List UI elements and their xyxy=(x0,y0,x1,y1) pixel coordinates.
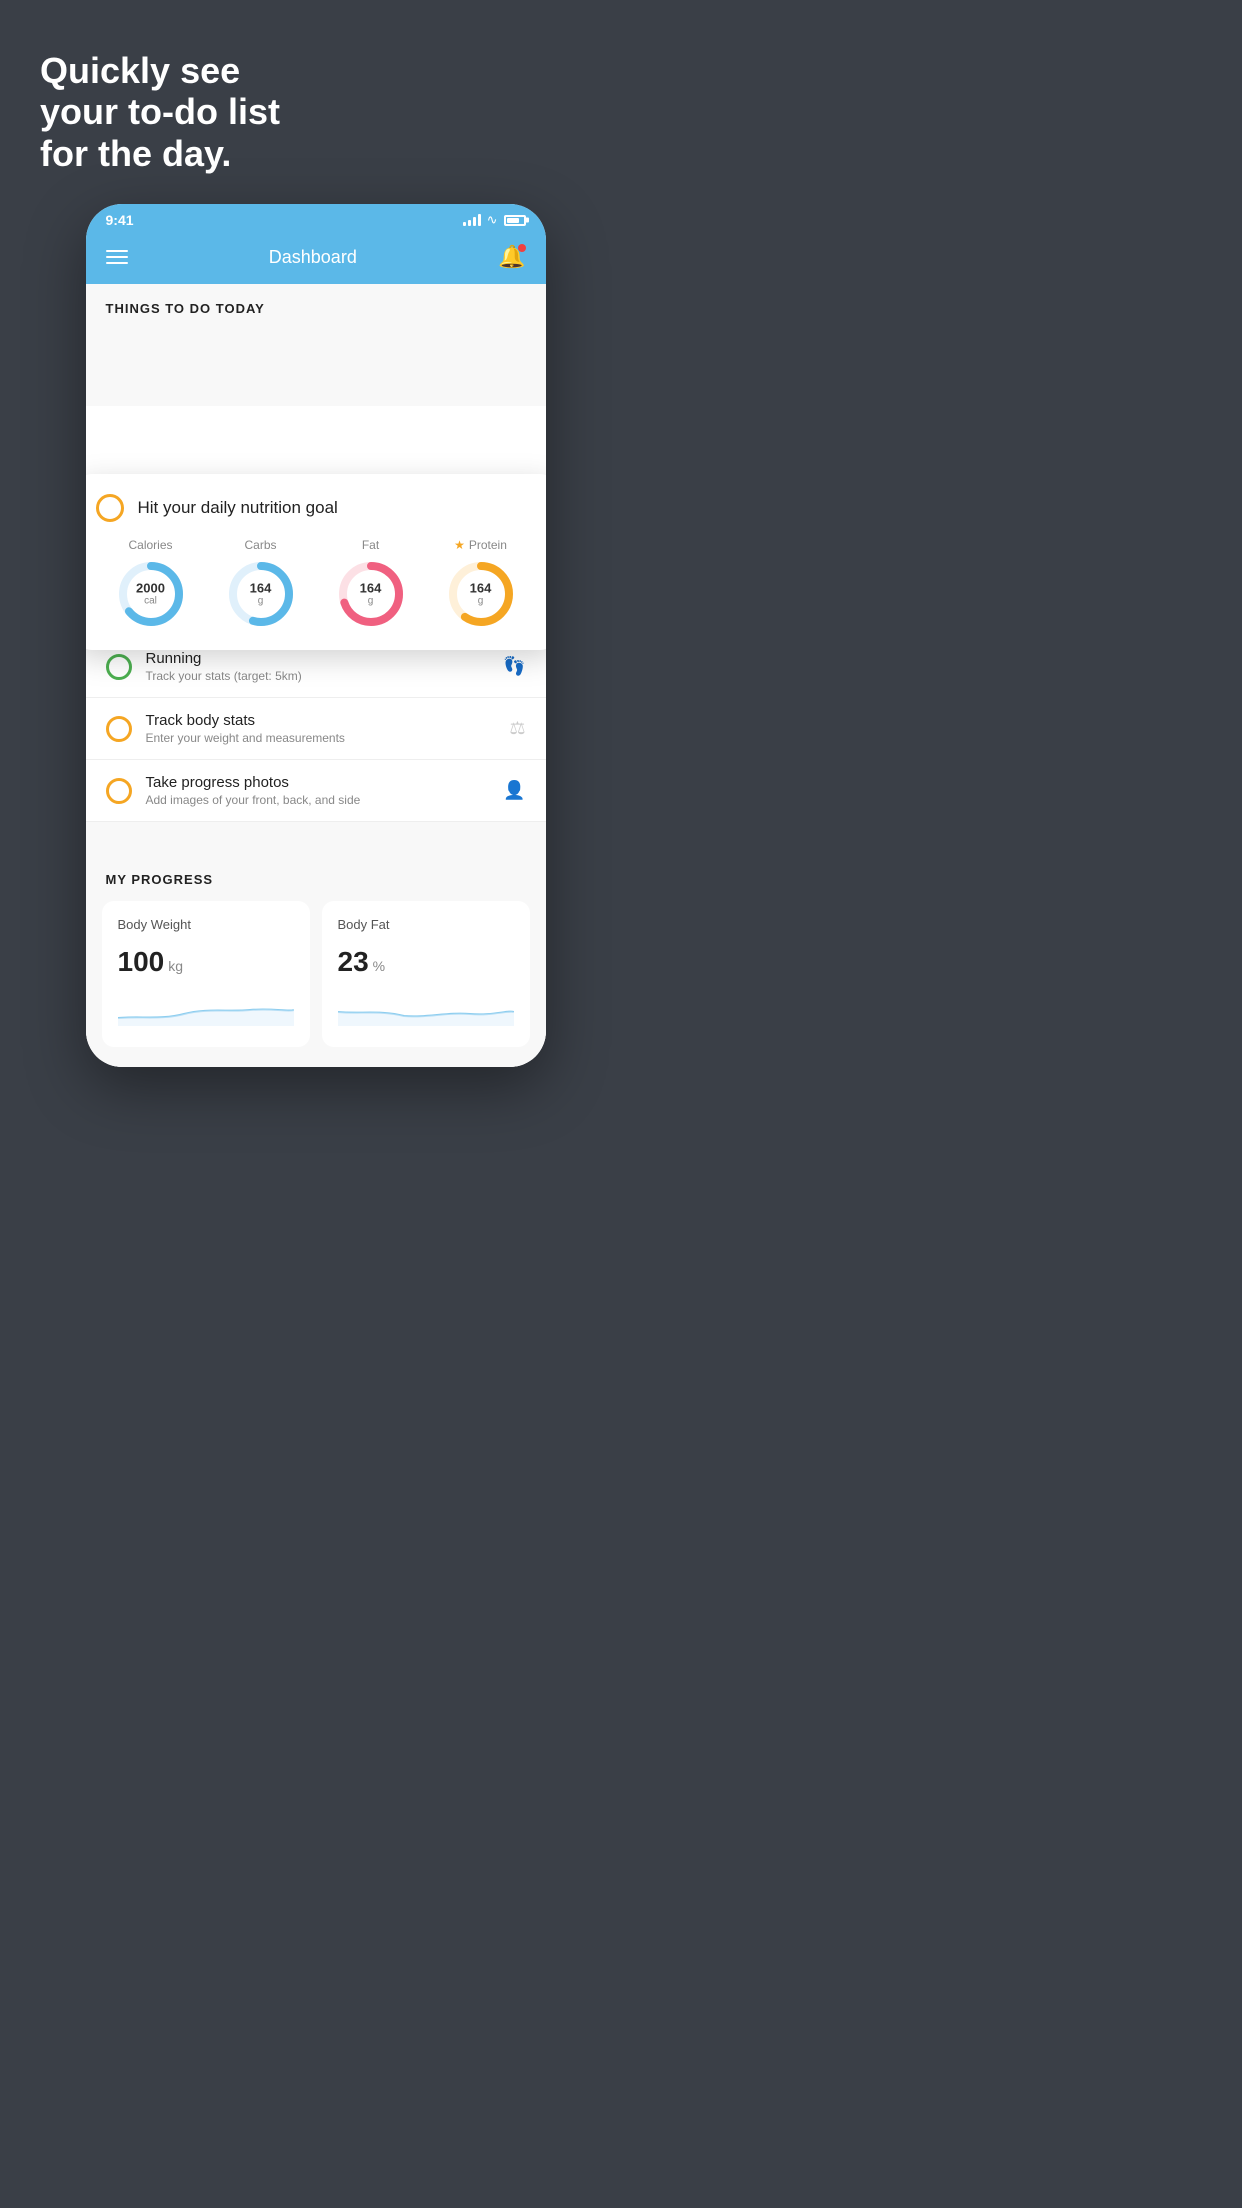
status-bar: 9:41 ∿ xyxy=(86,204,546,232)
progress-cards-row: Body Weight 100 kg Body Fat xyxy=(102,901,530,1047)
body-weight-label: Body Weight xyxy=(118,917,294,932)
nutrition-circles-row: Calories 2000 cal xyxy=(96,538,536,630)
body-weight-card[interactable]: Body Weight 100 kg xyxy=(102,901,310,1047)
protein-label: ★ Protein xyxy=(454,538,507,552)
body-fat-value-row: 23 % xyxy=(338,946,514,978)
protein-value: 164 xyxy=(470,582,492,596)
notification-dot xyxy=(518,244,526,252)
body-fat-number: 23 xyxy=(338,946,369,978)
floating-card-anchor: Hit your daily nutrition goal Calories xyxy=(86,326,546,406)
things-todo-title: THINGS TO DO TODAY xyxy=(106,301,265,316)
body-fat-unit: % xyxy=(373,958,385,974)
nutrition-protein: ★ Protein 164 g xyxy=(445,538,517,630)
todo-progress-photos-title: Take progress photos xyxy=(146,774,490,791)
calories-donut: 2000 cal xyxy=(115,558,187,630)
body-fat-label: Body Fat xyxy=(338,917,514,932)
carbs-value: 164 xyxy=(250,582,272,596)
nutrition-fat: Fat 164 g xyxy=(335,538,407,630)
todo-progress-photos-subtitle: Add images of your front, back, and side xyxy=(146,793,490,807)
mid-spacer xyxy=(86,822,546,852)
body-weight-number: 100 xyxy=(118,946,165,978)
todo-item-body-stats[interactable]: Track body stats Enter your weight and m… xyxy=(86,698,546,760)
fat-value: 164 xyxy=(360,582,382,596)
status-icons: ∿ xyxy=(463,212,526,228)
todo-list: Running Track your stats (target: 5km) 👣… xyxy=(86,636,546,822)
star-icon: ★ xyxy=(454,538,465,552)
status-time: 9:41 xyxy=(106,212,134,228)
nutrition-card-title: Hit your daily nutrition goal xyxy=(138,498,338,518)
fat-unit: g xyxy=(360,596,382,607)
my-progress-title: MY PROGRESS xyxy=(102,872,530,887)
todo-item-progress-photos[interactable]: Take progress photos Add images of your … xyxy=(86,760,546,822)
protein-donut: 164 g xyxy=(445,558,517,630)
calories-value: 2000 xyxy=(136,582,165,596)
todo-running-title: Running xyxy=(146,650,490,667)
fat-donut: 164 g xyxy=(335,558,407,630)
calories-label: Calories xyxy=(128,538,172,552)
nutrition-calories: Calories 2000 cal xyxy=(115,538,187,630)
carbs-label: Carbs xyxy=(244,538,276,552)
page-background: Quickly seeyour to-do listfor the day. 9… xyxy=(0,0,621,1107)
notification-button[interactable]: 🔔 xyxy=(498,244,525,270)
carbs-unit: g xyxy=(250,596,272,607)
calories-unit: cal xyxy=(136,596,165,607)
app-header: Dashboard 🔔 xyxy=(86,232,546,284)
todo-running-text: Running Track your stats (target: 5km) xyxy=(146,650,490,683)
todo-body-stats-title: Track body stats xyxy=(146,712,496,729)
todo-progress-photos-text: Take progress photos Add images of your … xyxy=(146,774,490,807)
page-headline: Quickly seeyour to-do listfor the day. xyxy=(40,50,591,174)
progress-photos-check-circle[interactable] xyxy=(106,778,132,804)
nutrition-carbs: Carbs 164 g xyxy=(225,538,297,630)
battery-icon xyxy=(504,215,526,226)
nutrition-card: Hit your daily nutrition goal Calories xyxy=(86,474,546,650)
shoe-icon: 👣 xyxy=(503,656,525,677)
body-fat-chart xyxy=(338,990,514,1026)
my-progress-section: MY PROGRESS Body Weight 100 kg xyxy=(86,852,546,1067)
things-todo-section: THINGS TO DO TODAY xyxy=(86,284,546,326)
todo-body-stats-subtitle: Enter your weight and measurements xyxy=(146,731,496,745)
protein-unit: g xyxy=(470,596,492,607)
todo-running-subtitle: Track your stats (target: 5km) xyxy=(146,669,490,683)
header-title: Dashboard xyxy=(269,247,357,268)
nutrition-card-header: Hit your daily nutrition goal xyxy=(96,494,536,522)
signal-icon xyxy=(463,214,481,226)
wifi-icon: ∿ xyxy=(487,212,498,228)
hamburger-menu-button[interactable] xyxy=(106,250,128,264)
scale-icon: ⚖ xyxy=(509,718,525,739)
app-content: THINGS TO DO TODAY Hit your daily nutrit… xyxy=(86,284,546,1067)
person-icon: 👤 xyxy=(503,780,525,801)
body-weight-value-row: 100 kg xyxy=(118,946,294,978)
body-weight-chart xyxy=(118,990,294,1026)
body-weight-unit: kg xyxy=(168,958,183,974)
carbs-donut: 164 g xyxy=(225,558,297,630)
body-fat-card[interactable]: Body Fat 23 % xyxy=(322,901,530,1047)
phone-mockup: 9:41 ∿ Dashboard xyxy=(86,204,546,1067)
fat-label: Fat xyxy=(362,538,379,552)
nutrition-check-circle[interactable] xyxy=(96,494,124,522)
running-check-circle[interactable] xyxy=(106,654,132,680)
body-stats-check-circle[interactable] xyxy=(106,716,132,742)
todo-body-stats-text: Track body stats Enter your weight and m… xyxy=(146,712,496,745)
